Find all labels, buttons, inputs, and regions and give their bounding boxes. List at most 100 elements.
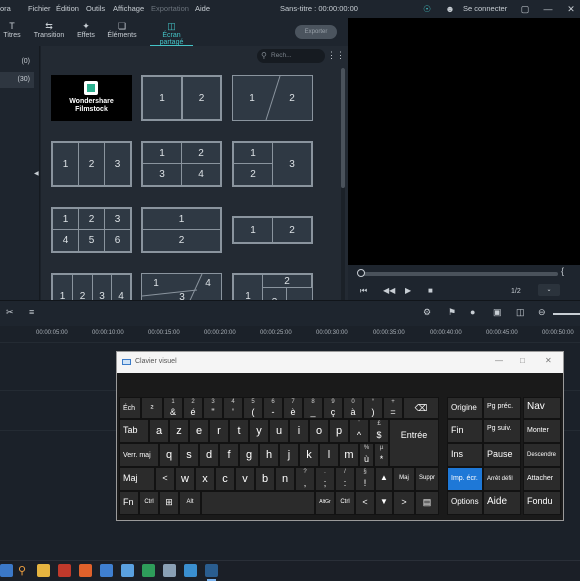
playhead-knob[interactable] (357, 269, 365, 277)
key-move-up[interactable]: Monter (523, 419, 561, 443)
key-end[interactable]: Fin (447, 419, 483, 443)
key-l[interactable]: l (319, 443, 339, 467)
menu-file[interactable]: Fichier (28, 4, 51, 13)
zoom-slider[interactable] (553, 313, 580, 315)
key-sup2[interactable]: ² (141, 397, 163, 419)
key-shift-left[interactable]: Maj (119, 467, 155, 491)
key-c[interactable]: c (215, 467, 235, 491)
app-icon[interactable] (184, 564, 197, 577)
stop-icon[interactable]: ■ (428, 286, 433, 295)
key-w[interactable]: w (175, 467, 195, 491)
save-icon[interactable]: ▢ (518, 2, 532, 16)
key-ctrl-left[interactable]: Ctrl (139, 491, 159, 515)
playback-progress[interactable] (358, 272, 558, 276)
menu-help[interactable]: Aide (195, 4, 210, 13)
key-esc[interactable]: Éch (119, 397, 141, 419)
key-r[interactable]: r (209, 419, 229, 443)
key-i[interactable]: i (289, 419, 309, 443)
key-insert[interactable]: Ins (447, 443, 483, 467)
key-shift-right[interactable]: Maj (393, 467, 415, 491)
key-9[interactable]: 9ç (323, 397, 343, 419)
zoom-out-icon[interactable]: ⊖ (538, 307, 546, 318)
key-e[interactable]: e (189, 419, 209, 443)
key-equals[interactable]: + = (383, 397, 403, 419)
key-semicolon[interactable]: .; (315, 467, 335, 491)
key-t[interactable]: t (229, 419, 249, 443)
key-3[interactable]: 3 " (203, 397, 223, 419)
minimize-icon[interactable]: — (495, 356, 503, 365)
key-angle[interactable]: < (155, 467, 175, 491)
key-2[interactable]: 2é (183, 397, 203, 419)
search-input[interactable]: ⚲ Rech... (257, 49, 325, 63)
key-0[interactable]: 0à (343, 397, 363, 419)
step-back-icon[interactable]: ⏮ (360, 286, 367, 296)
key-windows[interactable]: ⊞ (159, 491, 179, 515)
key-arrow-left[interactable]: < (355, 491, 375, 515)
split-layout-4-vertical[interactable]: 1 2 3 4 (51, 273, 132, 300)
export-button[interactable]: Exporter (295, 25, 337, 39)
key-ctrl-right[interactable]: Ctrl (335, 491, 355, 515)
split-layout-3-mixed[interactable]: 1 2 3 (232, 141, 313, 187)
key-u-grave[interactable]: % ù (359, 443, 374, 467)
key-s[interactable]: s (179, 443, 199, 467)
split-layout-6-grid[interactable]: 1 2 3 4 5 6 (51, 207, 132, 253)
tab-transition[interactable]: ⇆ Transition (32, 20, 66, 39)
key-u[interactable]: u (269, 419, 289, 443)
key-page-up[interactable]: Pg préc. (483, 397, 521, 419)
key-b[interactable]: b (255, 467, 275, 491)
key-pause[interactable]: Pause (483, 443, 521, 467)
key-5[interactable]: 5( (243, 397, 263, 419)
headphones-icon[interactable]: ☉ (420, 2, 434, 16)
library-scrollbar[interactable] (341, 68, 345, 300)
tab-titles[interactable]: T Titres (3, 20, 21, 39)
key-7[interactable]: 7è (283, 397, 303, 419)
key-fade[interactable]: Fondu (523, 491, 561, 515)
adjust-icon[interactable]: ≡ (29, 307, 34, 317)
split-layout-4-grid[interactable]: 1 2 3 4 (141, 141, 222, 187)
collapse-arrow-icon[interactable]: ◀ (34, 170, 39, 177)
key-fn[interactable]: Fn (119, 491, 139, 515)
user-icon[interactable]: ☻ (443, 2, 457, 16)
split-layout-2-horizontal[interactable]: 1 2 (141, 207, 222, 253)
scissors-icon[interactable]: ✂ (6, 307, 14, 318)
split-layout-3-diagonal[interactable]: 1 3 4 (141, 273, 222, 300)
keyboard-titlebar[interactable]: Clavier visuel — □ ✕ (117, 352, 563, 373)
key-m[interactable]: m (339, 443, 359, 467)
key-y[interactable]: y (249, 419, 269, 443)
maximize-icon[interactable]: □ (520, 356, 525, 365)
tab-split-screen[interactable]: ◫ Écran partagé (150, 20, 193, 47)
app-icon[interactable] (58, 564, 71, 577)
key-colon[interactable]: /: (335, 467, 355, 491)
sign-in-link[interactable]: Se connecter (463, 4, 507, 13)
key-o[interactable]: o (309, 419, 329, 443)
key-tab[interactable]: Tab (119, 419, 149, 443)
frame-back-icon[interactable]: ◀◀ (383, 286, 395, 295)
file-explorer-icon[interactable] (37, 564, 50, 577)
filmstock-banner[interactable]: Wondershare Filmstock (51, 75, 132, 121)
key-n[interactable]: n (275, 467, 295, 491)
marker-icon[interactable]: ⚑ (448, 307, 456, 318)
mark-in-icon[interactable]: { (561, 266, 564, 276)
menu-edit[interactable]: Édition (56, 4, 79, 13)
key-page-down[interactable]: Pg suiv. (483, 419, 521, 443)
key-v[interactable]: v (235, 467, 255, 491)
key-circumflex[interactable]: ¨ ^ (349, 419, 369, 443)
app-icon[interactable] (163, 564, 176, 577)
key-j[interactable]: j (279, 443, 299, 467)
tab-effects[interactable]: ✦ Effets (75, 20, 97, 39)
key-k[interactable]: k (299, 443, 319, 467)
key-6[interactable]: 6- (263, 397, 283, 419)
split-layout-3-stacked[interactable]: 1 2 3 (232, 273, 313, 300)
key-altgr[interactable]: AltGr (315, 491, 335, 515)
key-d[interactable]: d (199, 443, 219, 467)
key-space[interactable] (201, 491, 315, 515)
key-delete[interactable]: Suppr (415, 467, 439, 491)
close-icon[interactable]: ✕ (545, 356, 552, 365)
key-alt[interactable]: Alt (179, 491, 201, 515)
key-caps-lock[interactable]: Verr. maj (119, 443, 159, 467)
sidebar-item-count[interactable]: (0) (0, 54, 34, 70)
key-comma[interactable]: ?, (295, 467, 315, 491)
split-audio-icon[interactable]: ◫ (516, 307, 525, 318)
key-options[interactable]: Options (447, 491, 483, 515)
key-z[interactable]: z (169, 419, 189, 443)
